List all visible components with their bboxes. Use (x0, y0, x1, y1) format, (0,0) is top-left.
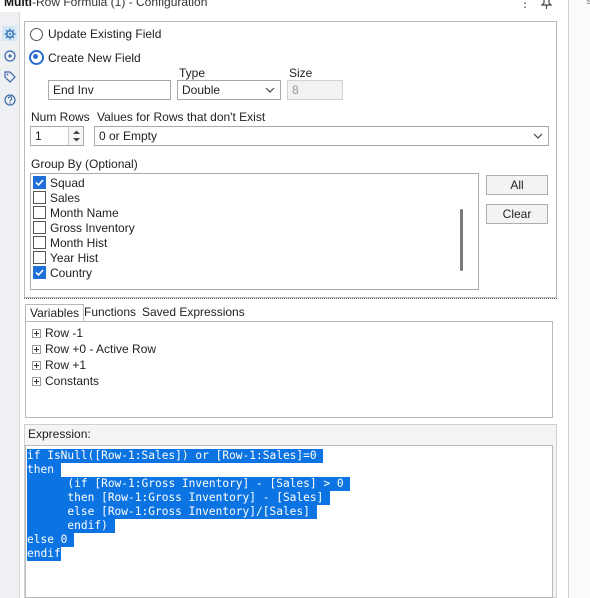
variables-tree: Row -1 Row +0 - Active Row Row +1 Consta… (25, 321, 553, 418)
tag-icon[interactable] (2, 69, 17, 84)
create-new-radio[interactable] (29, 50, 44, 65)
title-bar: Multi-Row Formula (1) - Configuration ⋮ (0, 0, 568, 12)
checkbox-year-hist[interactable] (33, 251, 46, 264)
checkbox-country[interactable] (33, 266, 46, 279)
checkbox-gross-inventory[interactable] (33, 221, 46, 234)
tab-saved-expressions[interactable]: Saved Expressions (138, 304, 249, 322)
code-line: else 0 (27, 533, 75, 547)
select-all-button[interactable]: All (486, 175, 548, 195)
chevron-down-icon (533, 133, 543, 139)
gear-icon[interactable] (2, 26, 17, 41)
stepper-arrows-icon (73, 130, 80, 142)
pin-icon[interactable] (540, 0, 553, 12)
code-line: if IsNull([Row-1:Sales]) or [Row-1:Sales… (27, 449, 324, 463)
code-line: then [Row-1:Gross Inventory] - [Sales] (27, 491, 331, 505)
gutter-text: "s (583, 0, 590, 7)
field-name-input[interactable]: End Inv (48, 80, 171, 100)
checkmark-icon (35, 179, 44, 187)
checkbox-month-name[interactable] (33, 206, 46, 219)
checkbox-squad[interactable] (33, 176, 46, 189)
create-new-label: Create New Field (48, 51, 141, 65)
tree-item-row-0[interactable]: Row +0 - Active Row (32, 341, 156, 357)
group-by-label: Group By (Optional) (31, 157, 138, 171)
size-label: Size (289, 66, 313, 80)
chevron-down-icon (265, 87, 275, 93)
code-line: else [Row-1:Gross Inventory]/[Sales] (27, 505, 317, 519)
update-existing-radio[interactable] (30, 28, 43, 41)
group-item-label: Country (50, 266, 93, 280)
expression-editor[interactable]: if IsNull([Row-1:Sales]) or [Row-1:Sales… (25, 445, 553, 598)
stepper-buttons[interactable] (68, 127, 83, 145)
missing-rows-select[interactable]: 0 or Empty (94, 126, 549, 146)
tree-item-constants[interactable]: Constants (32, 373, 99, 389)
checkbox-month-hist[interactable] (33, 236, 46, 249)
expand-icon[interactable] (32, 377, 41, 386)
group-item-label: Year Hist (50, 251, 99, 265)
target-icon[interactable] (2, 48, 17, 63)
group-item-label: Month Hist (50, 236, 108, 250)
type-value: Double (182, 83, 221, 97)
num-rows-label: Num Rows (31, 110, 90, 124)
left-icon-strip (0, 12, 20, 598)
help-icon[interactable] (2, 92, 17, 107)
expand-icon[interactable] (32, 345, 41, 354)
clear-button[interactable]: Clear (486, 204, 548, 224)
panel-splitter[interactable] (24, 298, 557, 299)
code-line: endif (27, 547, 61, 561)
group-item-label: Squad (50, 176, 85, 190)
checkmark-icon (35, 269, 44, 277)
num-rows-value: 1 (35, 129, 42, 143)
type-select[interactable]: Double (177, 80, 281, 100)
expression-label: Expression: (28, 427, 91, 441)
checkbox-sales[interactable] (33, 191, 46, 204)
list-scrollbar[interactable] (460, 209, 463, 271)
group-item-label: Gross Inventory (50, 221, 135, 235)
more-options-icon[interactable]: ⋮ (519, 0, 531, 10)
code-line: (if [Row-1:Gross Inventory] - [Sales] > … (27, 477, 351, 491)
code-line: then (27, 463, 61, 477)
missing-rows-label: Values for Rows that don't Exist (97, 110, 266, 124)
group-item-label: Month Name (50, 206, 119, 220)
missing-rows-value: 0 or Empty (99, 129, 158, 143)
right-gutter: "s (568, 0, 590, 598)
expand-icon[interactable] (32, 329, 41, 338)
tree-item-row-plus-1[interactable]: Row +1 (32, 357, 86, 373)
update-existing-label: Update Existing Field (48, 27, 162, 41)
tab-variables[interactable]: Variables (25, 304, 85, 322)
window-title: Multi-Row Formula (1) - Configuration (4, 0, 208, 9)
expand-icon[interactable] (32, 361, 41, 370)
tab-functions[interactable]: Functions (80, 304, 140, 322)
tree-item-row-minus-1[interactable]: Row -1 (32, 325, 83, 341)
group-item-label: Sales (50, 191, 81, 205)
code-line: endif) (27, 519, 115, 533)
size-input: 8 (287, 80, 343, 100)
type-label: Type (179, 66, 206, 80)
